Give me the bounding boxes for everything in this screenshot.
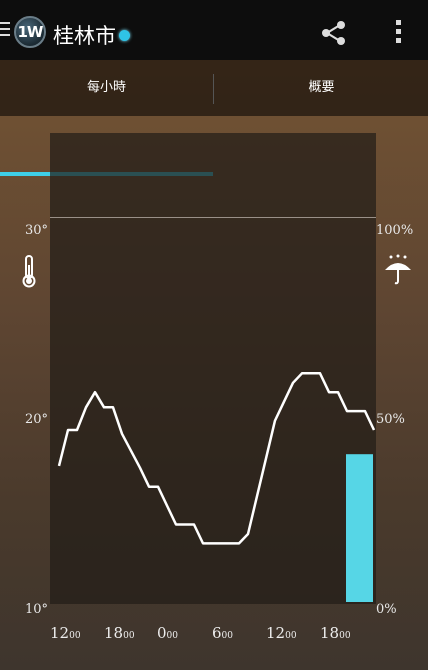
x-tick-label: 1200 <box>266 624 297 642</box>
temperature-chart <box>57 372 376 602</box>
precip-bar <box>346 454 373 602</box>
x-tick-label: 000 <box>157 624 178 642</box>
x-tick-label: 600 <box>212 624 233 642</box>
temperature-line <box>57 372 376 545</box>
x-tick-label: 1800 <box>320 624 351 642</box>
x-tick-label: 1800 <box>104 624 135 642</box>
x-tick-label: 1200 <box>50 624 81 642</box>
